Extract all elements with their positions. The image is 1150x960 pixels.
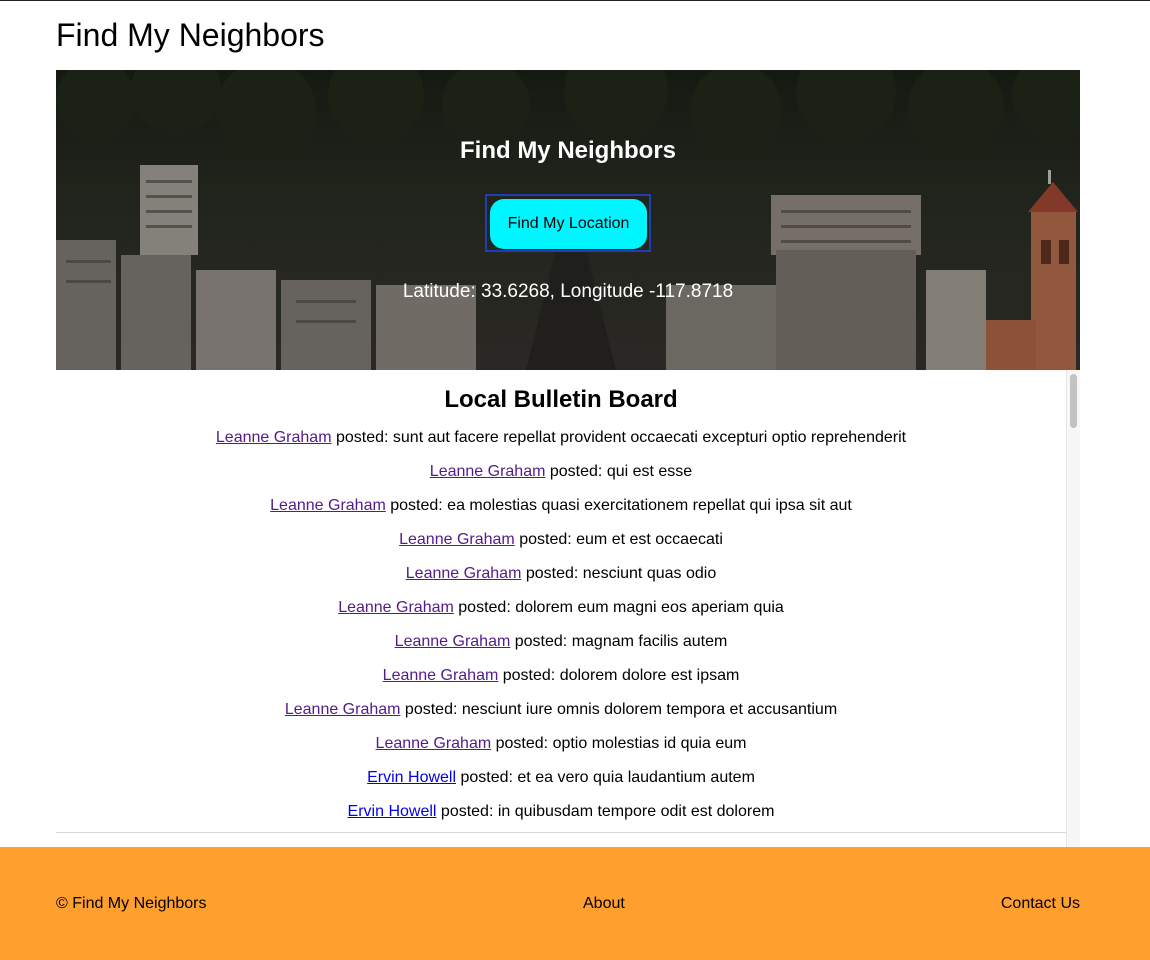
post-text: ea molestias quasi exercitationem repell… [447,497,852,514]
post-verb: posted: [436,803,498,820]
post-text: optio molestias id quia eum [552,735,747,752]
post-list: Leanne Graham posted: sunt aut facere re… [56,427,1066,832]
post-author-link[interactable]: Leanne Graham [430,463,546,480]
post-author-link[interactable]: Leanne Graham [216,429,332,446]
post-verb: posted: [331,429,393,446]
post-author-link[interactable]: Ervin Howell [348,803,437,820]
post-item: Leanne Graham posted: optio molestias id… [56,733,1066,767]
post-text: nesciunt iure omnis dolorem tempora et a… [461,701,838,718]
post-item: Leanne Graham posted: qui est esse [56,461,1066,495]
post-author-link[interactable]: Leanne Graham [338,599,454,616]
post-item: Leanne Graham posted: ea molestias quasi… [56,495,1066,529]
post-verb: posted: [514,531,577,548]
coordinates-text: Latitude: 33.6268, Longitude -117.8718 [402,281,734,302]
post-text: eum et est occaecati [576,531,723,548]
hero-title: Find My Neighbors [460,137,676,164]
post-author-link[interactable]: Leanne Graham [406,565,522,582]
post-verb: posted: [498,667,560,684]
post-item: Ervin Howell posted: in quibusdam tempor… [56,801,1066,832]
post-text: dolorem eum magni eos aperiam quia [515,599,784,616]
post-verb: posted: [510,633,572,650]
post-text: nesciunt quas odio [582,565,717,582]
post-text: dolorem dolore est ipsam [559,667,740,684]
post-author-link[interactable]: Ervin Howell [367,769,456,786]
site-title: Find My Neighbors [56,17,325,53]
footer-about-link[interactable]: About [583,894,625,914]
post-text: in quibusdam tempore odit est dolorem [497,803,775,820]
hero-banner: Find My Neighbors Find My Location Latit… [56,70,1080,370]
bulletin-scrollbar[interactable] [1066,370,1080,847]
post-author-link[interactable]: Leanne Graham [399,531,515,548]
post-author-link[interactable]: Leanne Graham [376,735,492,752]
post-text: magnam facilis autem [571,633,728,650]
post-item: Leanne Graham posted: nesciunt iure omni… [56,699,1066,733]
post-verb: posted: [521,565,583,582]
post-author-link[interactable]: Leanne Graham [270,497,386,514]
post-item: Leanne Graham posted: magnam facilis aut… [56,631,1066,665]
post-verb: posted: [456,769,518,786]
locate-button-focus-ring: Find My Location [485,194,651,252]
post-item: Leanne Graham posted: dolorem eum magni … [56,597,1066,631]
post-item: Ervin Howell posted: et ea vero quia lau… [56,767,1066,801]
post-item: Leanne Graham posted: eum et est occaeca… [56,529,1066,563]
post-item: Leanne Graham posted: dolorem dolore est… [56,665,1066,699]
post-verb: posted: [400,701,462,718]
post-verb: posted: [385,497,448,514]
bulletin-board-title: Local Bulletin Board [444,386,678,413]
footer-contact-link[interactable]: Contact Us [1001,894,1080,914]
find-my-location-button[interactable]: Find My Location [490,199,647,249]
footer-copyright: © Find My Neighbors [56,895,207,912]
post-item: Leanne Graham posted: nesciunt quas odio [56,563,1066,597]
site-footer: © Find My Neighbors About Contact Us [0,847,1150,960]
scrollbar-thumb[interactable] [1070,374,1077,428]
post-author-link[interactable]: Leanne Graham [285,701,401,718]
top-rule [0,0,1150,1]
bulletin-board[interactable]: Local Bulletin Board Leanne Graham poste… [56,370,1066,833]
post-verb: posted: [545,463,607,480]
post-author-link[interactable]: Leanne Graham [395,633,511,650]
post-text: sunt aut facere repellat provident occae… [392,429,907,446]
post-author-link[interactable]: Leanne Graham [383,667,499,684]
post-text: et ea vero quia laudantium autem [517,769,755,786]
post-text: qui est esse [606,463,693,480]
post-verb: posted: [491,735,553,752]
post-item: Leanne Graham posted: sunt aut facere re… [56,427,1066,461]
post-verb: posted: [453,599,516,616]
